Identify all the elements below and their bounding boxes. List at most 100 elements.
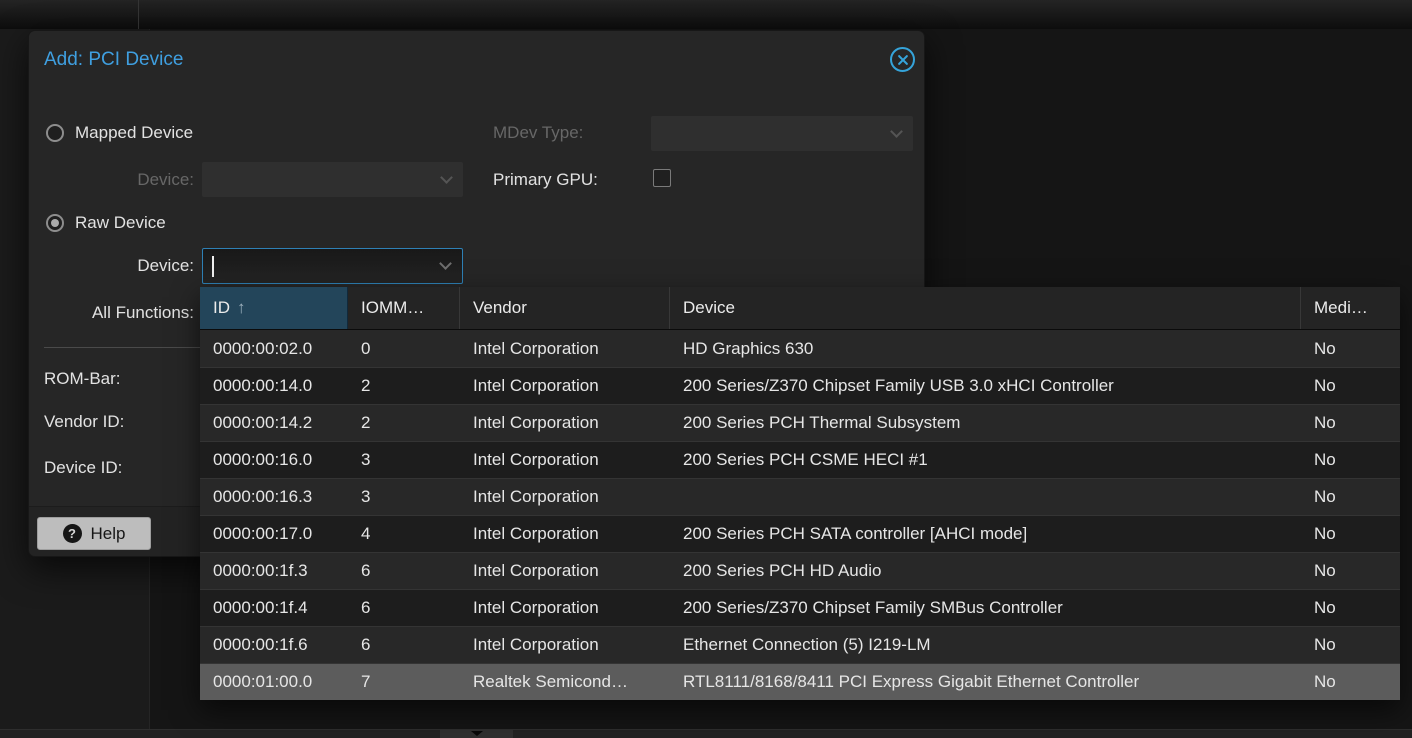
cell-iommu_group: 7 (348, 672, 460, 692)
text-caret (212, 256, 214, 277)
cell-mediated: No (1301, 524, 1400, 544)
panel-divider-top (138, 0, 139, 29)
column-header-device[interactable]: Device (670, 287, 1301, 329)
fieldset-separator (44, 347, 202, 348)
mapped-device-radio-label[interactable]: Mapped Device (75, 123, 193, 143)
cell-id: 0000:00:1f.6 (200, 635, 348, 655)
column-header-iommu[interactable]: IOMM… (348, 287, 460, 329)
cell-device: 200 Series PCH HD Audio (670, 561, 1301, 581)
cell-vendor: Intel Corporation (460, 487, 670, 507)
cell-device: Ethernet Connection (5) I219-LM (670, 635, 1301, 655)
cell-vendor: Intel Corporation (460, 598, 670, 618)
cell-iommu_group: 4 (348, 524, 460, 544)
cell-iommu_group: 3 (348, 487, 460, 507)
splitter-collapse-button[interactable] (440, 729, 513, 738)
device-id-label: Device ID: (44, 458, 122, 478)
chevron-down-icon (440, 171, 453, 184)
table-row[interactable]: 0000:00:14.22Intel Corporation200 Series… (200, 404, 1400, 441)
raw-device-radio-label[interactable]: Raw Device (75, 213, 166, 233)
cell-device: RTL8111/8168/8411 PCI Express Gigabit Et… (670, 672, 1301, 692)
cell-mediated: No (1301, 339, 1400, 359)
sort-ascending-icon: ↑ (237, 298, 246, 318)
table-row[interactable]: 0000:00:14.02Intel Corporation200 Series… (200, 367, 1400, 404)
help-button-label: Help (91, 524, 126, 544)
cell-mediated: No (1301, 413, 1400, 433)
table-row[interactable]: 0000:00:1f.46Intel Corporation200 Series… (200, 589, 1400, 626)
table-row[interactable]: 0000:00:02.00Intel CorporationHD Graphic… (200, 330, 1400, 367)
table-row[interactable]: 0000:00:1f.36Intel Corporation200 Series… (200, 552, 1400, 589)
column-header-vendor-label: Vendor (473, 298, 527, 318)
question-icon: ? (63, 524, 82, 543)
cell-vendor: Intel Corporation (460, 635, 670, 655)
device-combo-input[interactable] (202, 248, 463, 284)
chevron-down-icon (471, 731, 483, 736)
mapped-device-combo (202, 162, 463, 197)
column-header-mediated-label: Medi… (1314, 298, 1368, 318)
cell-device: 200 Series PCH CSME HECI #1 (670, 450, 1301, 470)
dialog-title: Add: PCI Device (44, 49, 183, 71)
table-row[interactable]: 0000:00:1f.66Intel CorporationEthernet C… (200, 626, 1400, 663)
cell-iommu_group: 2 (348, 376, 460, 396)
cell-iommu_group: 3 (348, 450, 460, 470)
column-header-mediated[interactable]: Medi… (1301, 287, 1400, 329)
cell-id: 0000:00:02.0 (200, 339, 348, 359)
cell-iommu_group: 0 (348, 339, 460, 359)
cell-device: 200 Series/Z370 Chipset Family USB 3.0 x… (670, 376, 1301, 396)
cell-vendor: Intel Corporation (460, 339, 670, 359)
rom-bar-label: ROM-Bar: (44, 369, 121, 389)
cell-vendor: Intel Corporation (460, 524, 670, 544)
vendor-id-label: Vendor ID: (44, 412, 124, 432)
cell-mediated: No (1301, 561, 1400, 581)
pci-device-list: 0000:00:02.00Intel CorporationHD Graphic… (200, 330, 1400, 700)
column-header-id[interactable]: ID ↑ (200, 287, 348, 329)
cell-vendor: Intel Corporation (460, 450, 670, 470)
mapped-device-radio[interactable] (46, 124, 64, 142)
raw-device-combo-label: Device: (44, 256, 194, 276)
proxmox-screen: Add: PCI Device Mapped Device MDev Type:… (0, 0, 1412, 738)
cell-iommu_group: 6 (348, 598, 460, 618)
raw-device-radio[interactable] (46, 214, 64, 232)
cell-id: 0000:00:17.0 (200, 524, 348, 544)
cell-vendor: Intel Corporation (460, 561, 670, 581)
column-header-vendor[interactable]: Vendor (460, 287, 670, 329)
cell-vendor: Intel Corporation (460, 376, 670, 396)
primary-gpu-checkbox[interactable] (653, 169, 671, 187)
column-header-iommu-label: IOMM… (361, 298, 424, 318)
table-row[interactable]: 0000:01:00.07Realtek Semicond…RTL8111/81… (200, 663, 1400, 700)
cell-iommu_group: 2 (348, 413, 460, 433)
table-row[interactable]: 0000:00:17.04Intel Corporation200 Series… (200, 515, 1400, 552)
column-header-id-label: ID (213, 298, 230, 318)
close-icon[interactable] (890, 47, 915, 72)
chevron-down-icon (890, 125, 903, 138)
cell-id: 0000:00:1f.4 (200, 598, 348, 618)
cell-id: 0000:00:14.0 (200, 376, 348, 396)
cell-mediated: No (1301, 598, 1400, 618)
cell-device: 200 Series/Z370 Chipset Family SMBus Con… (670, 598, 1301, 618)
pci-device-dropdown: ID ↑ IOMM… Vendor Device Medi… 0000:00:0… (200, 287, 1400, 700)
cell-mediated: No (1301, 487, 1400, 507)
cell-iommu_group: 6 (348, 561, 460, 581)
cell-device: 200 Series PCH SATA controller [AHCI mod… (670, 524, 1301, 544)
cell-device: HD Graphics 630 (670, 339, 1301, 359)
cell-mediated: No (1301, 450, 1400, 470)
all-functions-label: All Functions: (44, 303, 194, 323)
cell-id: 0000:00:16.3 (200, 487, 348, 507)
background-toolbar (0, 0, 1412, 29)
table-row[interactable]: 0000:00:16.33Intel Corporation No (200, 478, 1400, 515)
cell-iommu_group: 6 (348, 635, 460, 655)
cell-id: 0000:00:1f.3 (200, 561, 348, 581)
cell-mediated: No (1301, 672, 1400, 692)
chevron-down-icon[interactable] (439, 257, 452, 270)
table-row[interactable]: 0000:00:16.03Intel Corporation200 Series… (200, 441, 1400, 478)
bottom-splitter[interactable] (0, 729, 1412, 738)
cell-vendor: Intel Corporation (460, 413, 670, 433)
cell-id: 0000:00:14.2 (200, 413, 348, 433)
cell-vendor: Realtek Semicond… (460, 672, 670, 692)
cell-device: 200 Series PCH Thermal Subsystem (670, 413, 1301, 433)
dropdown-header-row: ID ↑ IOMM… Vendor Device Medi… (200, 287, 1400, 330)
cell-mediated: No (1301, 635, 1400, 655)
column-header-device-label: Device (683, 298, 735, 318)
mdev-type-combo (651, 116, 913, 151)
help-button[interactable]: ? Help (37, 517, 151, 550)
cell-id: 0000:00:16.0 (200, 450, 348, 470)
